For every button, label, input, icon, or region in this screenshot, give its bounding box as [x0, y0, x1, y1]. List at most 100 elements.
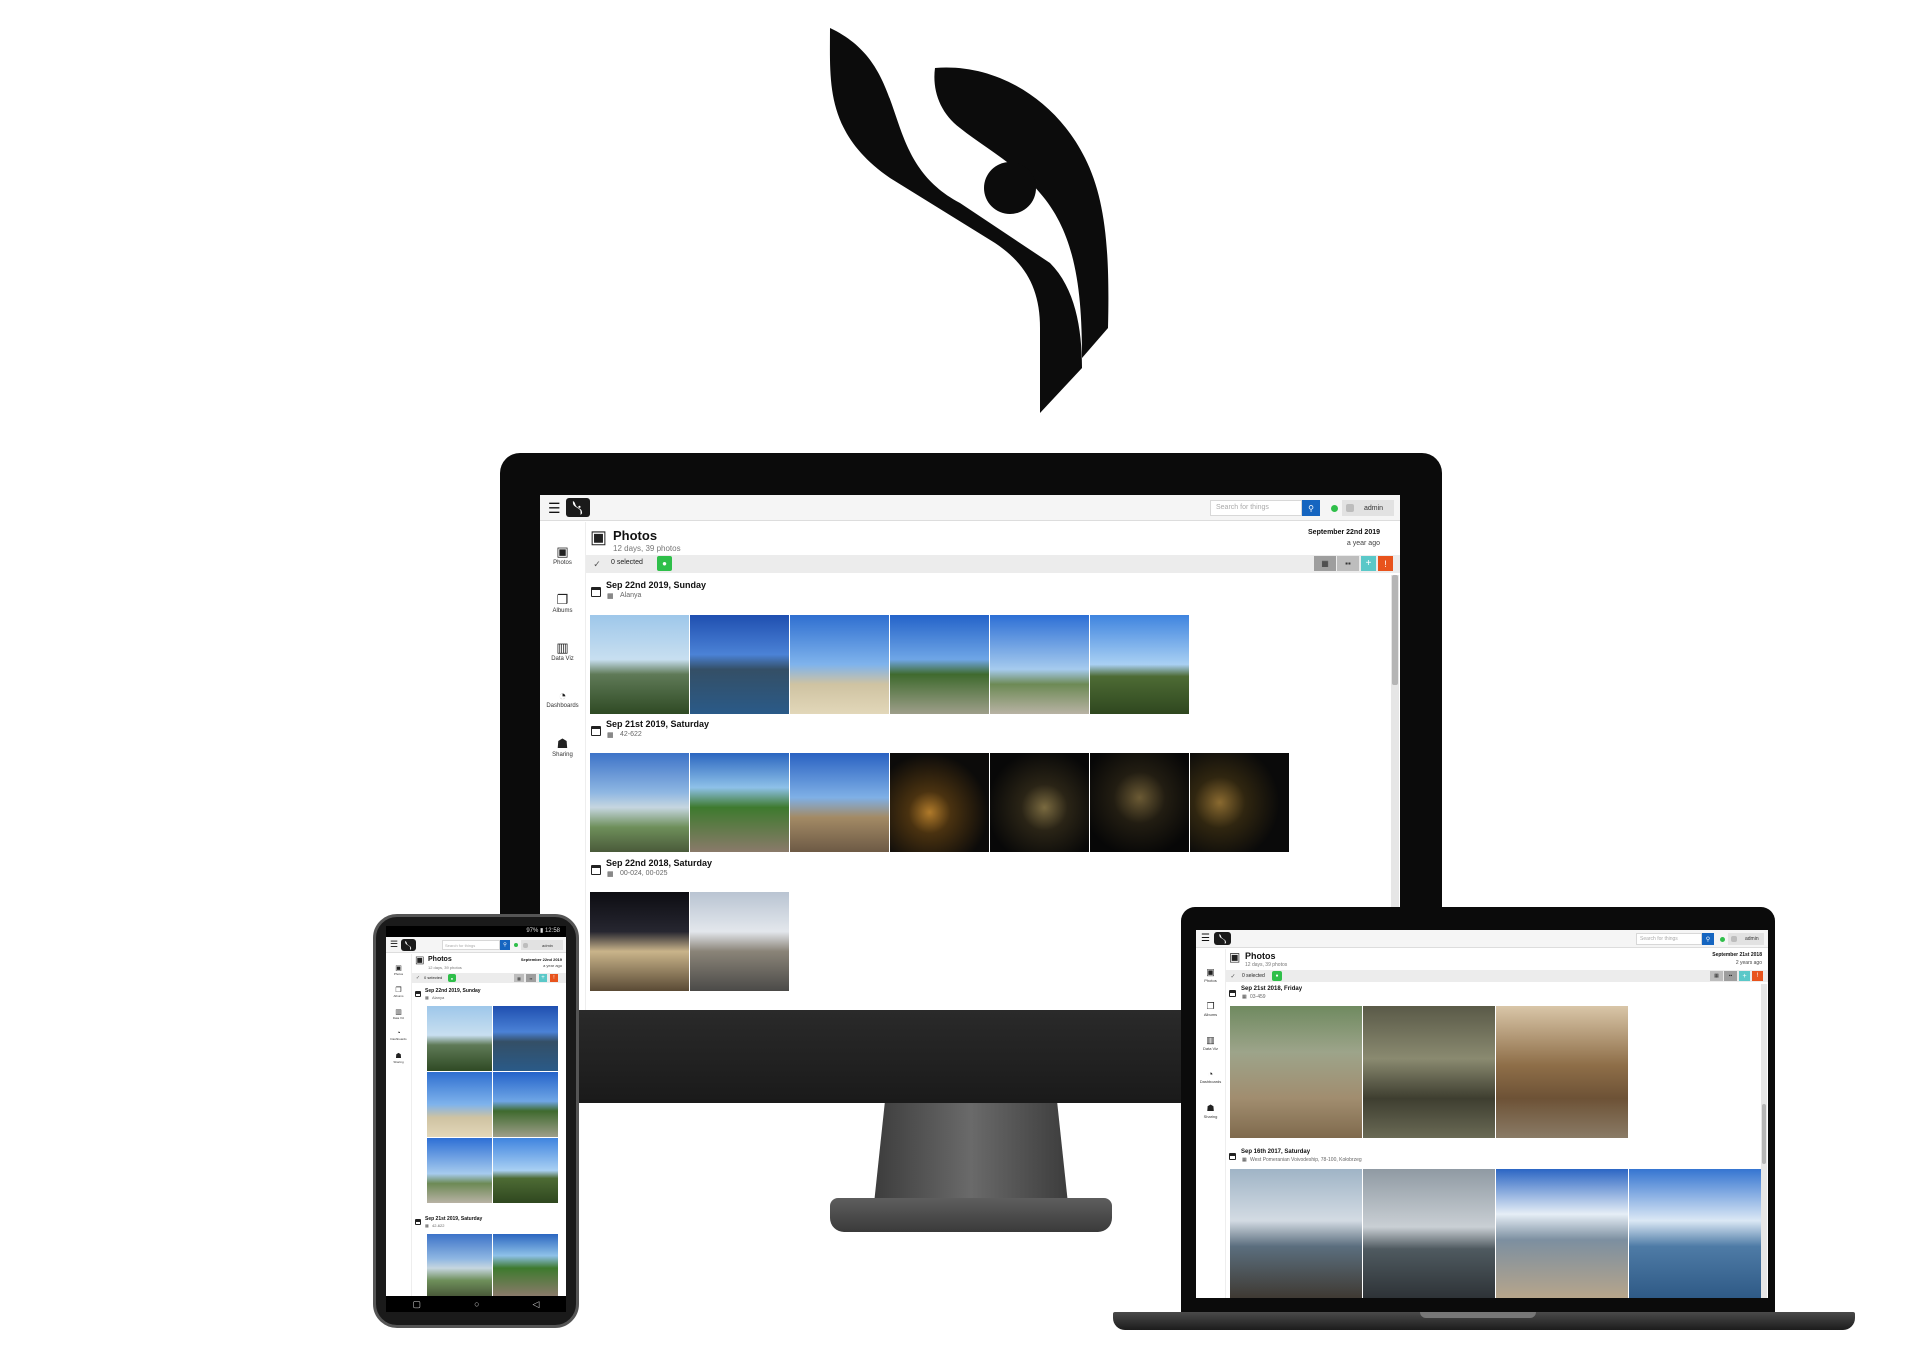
header-relative-date: a year ago: [543, 963, 562, 968]
scrollbar[interactable]: [1761, 984, 1767, 1298]
photos-icon: ▣: [556, 544, 569, 559]
photo-thumbnail[interactable]: [493, 1138, 558, 1203]
menu-icon[interactable]: ☰: [390, 939, 398, 950]
search-button[interactable]: ⚲: [1302, 500, 1320, 516]
menu-icon[interactable]: ☰: [1201, 933, 1210, 944]
photo-thumbnail[interactable]: [427, 1138, 492, 1203]
recent-apps-icon[interactable]: ▢: [413, 1299, 422, 1310]
sidebar-item-dashboards[interactable]: ◔ Dashboards: [386, 1030, 411, 1041]
sidebar-item-photos[interactable]: ▣ Photos: [1196, 967, 1225, 983]
sidebar-item-sharing[interactable]: ☗ Sharing: [540, 736, 585, 758]
user-menu[interactable]: admin: [1728, 933, 1764, 945]
photo-thumbnail[interactable]: [890, 615, 989, 714]
photo-thumbnail[interactable]: [690, 615, 789, 714]
photo-thumbnail[interactable]: [1629, 1169, 1761, 1298]
sidebar-item-photos[interactable]: ▣ Photos: [540, 544, 585, 566]
search-button[interactable]: ⚲: [500, 940, 510, 950]
search-input[interactable]: Search for things: [442, 940, 500, 950]
photo-thumbnail[interactable]: [493, 1006, 558, 1071]
sidebar-item-dashboards[interactable]: ◔ Dashboards: [540, 688, 585, 709]
photo-thumbnail[interactable]: [1230, 1169, 1362, 1298]
photo-thumbnail[interactable]: [1496, 1169, 1628, 1298]
scrollbar-thumb[interactable]: [1392, 575, 1398, 685]
select-all-checkbox[interactable]: ✓: [414, 974, 422, 982]
calendar-icon: [591, 865, 601, 875]
alert-button[interactable]: !: [1378, 556, 1393, 571]
grid-large-button[interactable]: ▦: [1710, 971, 1723, 981]
alert-button[interactable]: !: [1752, 971, 1763, 981]
select-confirm-button[interactable]: ●: [657, 556, 672, 571]
photo-thumbnail[interactable]: [590, 753, 689, 852]
photos-header-icon: ▣: [590, 527, 608, 547]
select-confirm-button[interactable]: ●: [448, 974, 456, 982]
photo-thumbnail[interactable]: [1363, 1006, 1495, 1138]
grid-large-button[interactable]: ▦: [1314, 556, 1336, 571]
sidebar-item-data-viz[interactable]: ▥ Data Viz: [1196, 1035, 1225, 1051]
grid-small-button[interactable]: ▪▪: [1724, 971, 1737, 981]
grid-small-button[interactable]: ▪▪: [526, 974, 536, 982]
photo-thumbnail[interactable]: [790, 753, 889, 852]
search-button[interactable]: ⚲: [1702, 933, 1714, 945]
photo-thumbnail[interactable]: [590, 892, 689, 991]
photo-thumbnail[interactable]: [493, 1072, 558, 1137]
day-group-title: Sep 22nd 2019, Sunday: [425, 988, 481, 994]
check-icon: ✓: [415, 975, 421, 981]
photo-thumbnail[interactable]: [1090, 615, 1189, 714]
sharing-icon: ☗: [556, 736, 569, 751]
add-button[interactable]: +: [1739, 971, 1750, 981]
scrollbar-thumb[interactable]: [1762, 1104, 1766, 1164]
photo-thumbnail[interactable]: [427, 1072, 492, 1137]
photo-thumbnail[interactable]: [427, 1006, 492, 1071]
sidebar-item-sharing[interactable]: ☗ Sharing: [386, 1052, 411, 1064]
sidebar-item-photos[interactable]: ▣ Photos: [386, 964, 411, 976]
select-confirm-button[interactable]: ●: [1272, 971, 1282, 981]
sidebar-item-albums[interactable]: ❐ Albums: [1196, 1001, 1225, 1017]
photo-thumbnail[interactable]: [1230, 1006, 1362, 1138]
alert-button[interactable]: !: [550, 974, 558, 982]
home-icon[interactable]: ○: [474, 1299, 479, 1309]
photo-thumbnail[interactable]: [1190, 753, 1289, 852]
sidebar-item-data-viz[interactable]: ▥ Data Viz: [386, 1008, 411, 1020]
app-logo[interactable]: [401, 939, 416, 951]
photo-thumbnail[interactable]: [1363, 1169, 1495, 1298]
sidebar-item-data-viz[interactable]: ▥ Data Viz: [540, 640, 585, 662]
photo-thumbnail[interactable]: [427, 1234, 492, 1296]
search-input[interactable]: Search for things: [1210, 500, 1302, 516]
photo-thumbnail[interactable]: [1496, 1006, 1628, 1138]
page-title: Photos: [1245, 951, 1276, 961]
page-title: Photos: [613, 528, 658, 543]
photo-thumbnail[interactable]: [493, 1234, 558, 1296]
user-menu[interactable]: admin: [1342, 500, 1394, 516]
app-logo[interactable]: [566, 498, 590, 517]
select-all-checkbox[interactable]: ✓: [590, 557, 604, 571]
photo-thumbnail[interactable]: [790, 615, 889, 714]
sidebar-item-label: Photos: [393, 972, 404, 976]
user-menu[interactable]: admin: [521, 940, 563, 950]
grid-small-button[interactable]: ▪▪: [1337, 556, 1359, 571]
sidebar-item-albums[interactable]: ❐ Albums: [386, 986, 411, 998]
calendar-icon: [591, 726, 601, 736]
selected-count: 0 selected: [611, 559, 643, 566]
calendar-icon: [1229, 1153, 1236, 1160]
photo-thumbnail[interactable]: [690, 753, 789, 852]
photo-thumbnail[interactable]: [590, 615, 689, 714]
sidebar-item-albums[interactable]: ❐ Albums: [540, 592, 585, 614]
photo-thumbnail[interactable]: [990, 615, 1089, 714]
grid-large-button[interactable]: ▦: [514, 974, 524, 982]
add-button[interactable]: +: [1361, 556, 1376, 571]
laptop-screen: ☰ Search for things ⚲ admin ▣ Photos ❐ A…: [1196, 930, 1768, 1298]
photo-thumbnail[interactable]: [1090, 753, 1189, 852]
back-icon[interactable]: ◁: [533, 1299, 540, 1310]
add-button[interactable]: +: [539, 974, 547, 982]
menu-icon[interactable]: ☰: [548, 500, 561, 517]
photo-thumbnail[interactable]: [690, 892, 789, 991]
sidebar-item-label: Albums: [393, 994, 404, 998]
sidebar-item-sharing[interactable]: ☗ Sharing: [1196, 1103, 1225, 1119]
select-all-checkbox[interactable]: ✓: [1228, 971, 1238, 981]
photo-thumbnail[interactable]: [890, 753, 989, 852]
app-logo[interactable]: [1214, 932, 1231, 945]
user-name: admin: [1364, 504, 1384, 512]
photo-thumbnail[interactable]: [990, 753, 1089, 852]
sidebar-item-dashboards[interactable]: ◔ Dashboards: [1196, 1069, 1225, 1084]
search-input[interactable]: Search for things: [1636, 933, 1702, 945]
